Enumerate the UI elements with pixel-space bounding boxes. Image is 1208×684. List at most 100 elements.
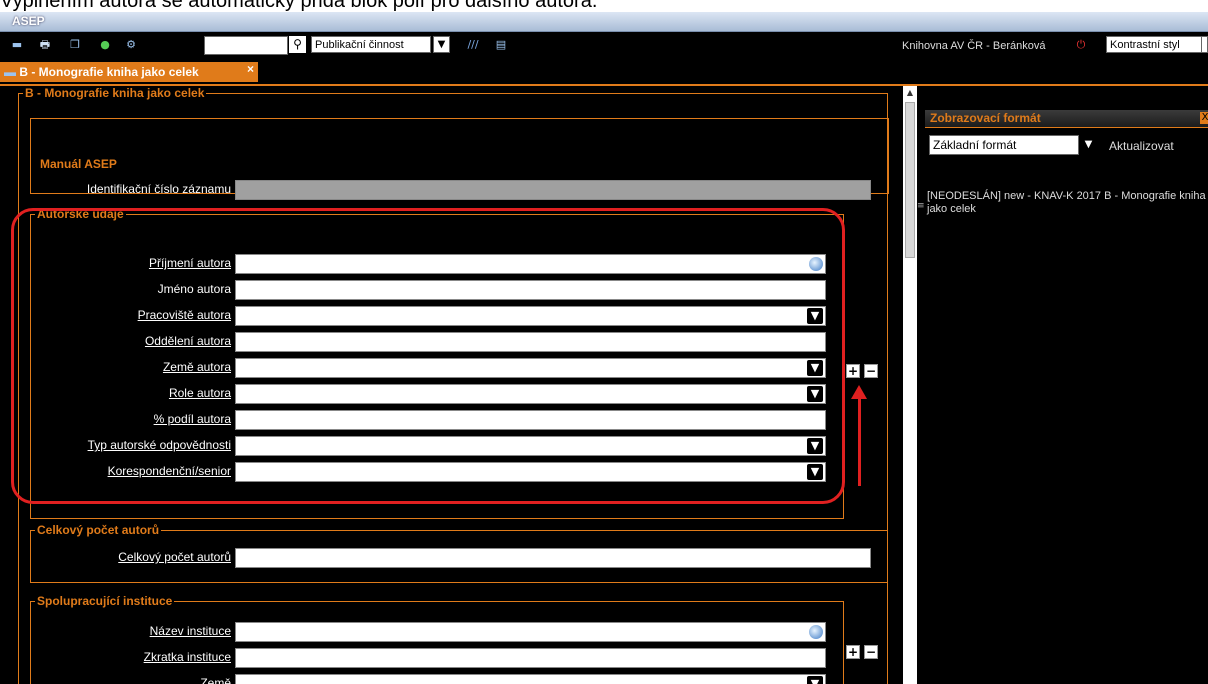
- field-row: Země: [0, 674, 231, 684]
- role-select[interactable]: [235, 384, 826, 404]
- share-field[interactable]: [235, 410, 826, 430]
- search-input[interactable]: [204, 36, 288, 55]
- correspondence-label[interactable]: Korespondenční/senior: [108, 464, 231, 478]
- chevron-down-icon[interactable]: ▼: [807, 308, 823, 324]
- field-row: Jméno autora: [0, 280, 231, 300]
- remove-institution-button[interactable]: −: [864, 645, 878, 659]
- field-row: Země autora: [0, 358, 231, 378]
- list-icon[interactable]: ▬: [10, 38, 24, 52]
- settings-icon[interactable]: ⚙: [124, 38, 138, 52]
- arrow-line: [858, 398, 861, 486]
- field-row: Zkratka instituce: [0, 648, 231, 668]
- total-authors-legend: Celkový počet autorů: [37, 523, 160, 537]
- surname-label[interactable]: Příjmení autora: [149, 256, 231, 270]
- chevron-down-icon[interactable]: ▼: [807, 438, 823, 454]
- chevron-down-icon[interactable]: ▼: [807, 360, 823, 376]
- record-preview: [NEODESLÁN] new - KNAV-K 2017 B - Monogr…: [927, 190, 1206, 215]
- format-select[interactable]: Základní formát: [929, 135, 1079, 155]
- stripes-icon[interactable]: ///: [466, 38, 480, 52]
- institution-name-field[interactable]: [235, 622, 826, 642]
- firstname-field[interactable]: [235, 280, 826, 300]
- sidebar: Zobrazovací formát X Základní formát ▼ A…: [925, 86, 1208, 684]
- check-icon[interactable]: ●: [98, 38, 112, 52]
- scroll-thumb[interactable]: [905, 102, 915, 258]
- lookup-icon[interactable]: [809, 625, 823, 639]
- scroll-up-icon[interactable]: ▲: [904, 88, 916, 98]
- chevron-down-icon[interactable]: ▼: [807, 464, 823, 480]
- close-icon[interactable]: X: [1200, 112, 1208, 124]
- id-field[interactable]: [235, 180, 871, 200]
- field-row: % podíl autora: [0, 410, 231, 430]
- sidebar-header: Zobrazovací formát X: [925, 110, 1208, 128]
- role-label[interactable]: Role autora: [169, 386, 231, 400]
- asep-window: ASEP ▬ 🖶 ❐ ● ⚙ ⚲ Publikační činnost ▼ //…: [0, 12, 1208, 684]
- field-row: Název instituce: [0, 622, 231, 642]
- field-row: Příjmení autora: [0, 254, 231, 274]
- chevron-down-icon[interactable]: ▼: [807, 386, 823, 402]
- id-row: Identifikační číslo záznamu: [0, 180, 231, 200]
- tab-monografie[interactable]: ▬ B - Monografie kniha jako celek ×: [0, 62, 258, 82]
- workplace-label[interactable]: Pracoviště autora: [138, 308, 231, 322]
- power-icon[interactable]: ⏻: [1074, 38, 1088, 52]
- id-label: Identifikační číslo záznamu: [86, 182, 231, 196]
- correspondence-select[interactable]: [235, 462, 826, 482]
- remove-author-button[interactable]: −: [864, 364, 878, 378]
- copy-icon[interactable]: ❐: [68, 38, 82, 52]
- add-author-button[interactable]: +: [846, 364, 860, 378]
- app-title: ASEP: [12, 14, 45, 28]
- category-select[interactable]: Publikační činnost: [311, 36, 431, 53]
- tab-bar: ▬ B - Monografie kniha jako celek ×: [0, 58, 1208, 86]
- workplace-select[interactable]: [235, 306, 826, 326]
- department-label[interactable]: Oddělení autora: [145, 334, 231, 348]
- library-user: Knihovna AV ČR - Beránková: [902, 40, 1046, 52]
- refresh-button[interactable]: Aktualizovat: [1109, 139, 1174, 153]
- share-label[interactable]: % podíl autora: [154, 412, 231, 426]
- toolbar: ▬ 🖶 ❐ ● ⚙ ⚲ Publikační činnost ▼ /// ▤ K…: [0, 32, 1208, 58]
- scrollbar[interactable]: ▲: [903, 86, 917, 684]
- institution-country-label: Země: [200, 676, 231, 684]
- institutions-legend: Spolupracující instituce: [37, 594, 173, 608]
- field-row: Oddělení autora: [0, 332, 231, 352]
- arrow-up-icon: [851, 385, 867, 399]
- lookup-icon[interactable]: [809, 257, 823, 271]
- tab-label: B - Monografie kniha jako celek: [19, 65, 199, 79]
- chevron-down-icon[interactable]: ▼: [1080, 136, 1097, 154]
- surname-field[interactable]: [235, 254, 826, 274]
- authors-legend: Autorské údaje: [37, 207, 124, 221]
- field-row: Pracoviště autora: [0, 306, 231, 326]
- add-institution-button[interactable]: +: [846, 645, 860, 659]
- splitter[interactable]: ≡: [917, 86, 925, 684]
- title-bar: ASEP: [0, 12, 1208, 32]
- country-label[interactable]: Země autora: [163, 360, 231, 374]
- print-icon[interactable]: 🖶: [38, 38, 52, 52]
- total-authors-field[interactable]: [235, 548, 871, 568]
- responsibility-label[interactable]: Typ autorské odpovědnosti: [88, 438, 231, 452]
- grip-icon: ≡: [917, 201, 925, 211]
- sidebar-title: Zobrazovací formát: [930, 111, 1041, 125]
- responsibility-select[interactable]: [235, 436, 826, 456]
- department-field[interactable]: [235, 332, 826, 352]
- document-caption: Vyplněním autora se automaticky přidá bl…: [0, 0, 598, 12]
- style-select[interactable]: Kontrastní styl: [1106, 36, 1203, 53]
- manual-heading: Manuál ASEP: [40, 157, 117, 171]
- field-row: Typ autorské odpovědnosti: [0, 436, 231, 456]
- tab-icon: ▬: [4, 65, 20, 79]
- firstname-label: Jméno autora: [157, 282, 231, 296]
- total-authors-label[interactable]: Celkový počet autorů: [118, 550, 231, 564]
- close-icon[interactable]: ×: [247, 59, 254, 79]
- field-row: Korespondenční/senior: [0, 462, 231, 482]
- institution-country-select[interactable]: [235, 674, 826, 684]
- chevron-down-icon[interactable]: ▼: [433, 36, 450, 53]
- institution-abbr-label[interactable]: Zkratka instituce: [144, 650, 231, 664]
- save-icon[interactable]: ▤: [494, 38, 508, 52]
- form-panel: B - Monografie kniha jako celek Manuál A…: [0, 86, 903, 684]
- institution-name-label[interactable]: Název instituce: [150, 624, 231, 638]
- country-select[interactable]: [235, 358, 826, 378]
- chevron-down-icon[interactable]: ▼: [807, 676, 823, 684]
- field-row: Celkový počet autorů: [0, 548, 231, 568]
- main-legend: B - Monografie kniha jako celek: [25, 86, 205, 100]
- style-chevron-icon[interactable]: [1201, 36, 1208, 53]
- field-row: Role autora: [0, 384, 231, 404]
- institution-abbr-field[interactable]: [235, 648, 826, 668]
- search-icon[interactable]: ⚲: [289, 36, 306, 53]
